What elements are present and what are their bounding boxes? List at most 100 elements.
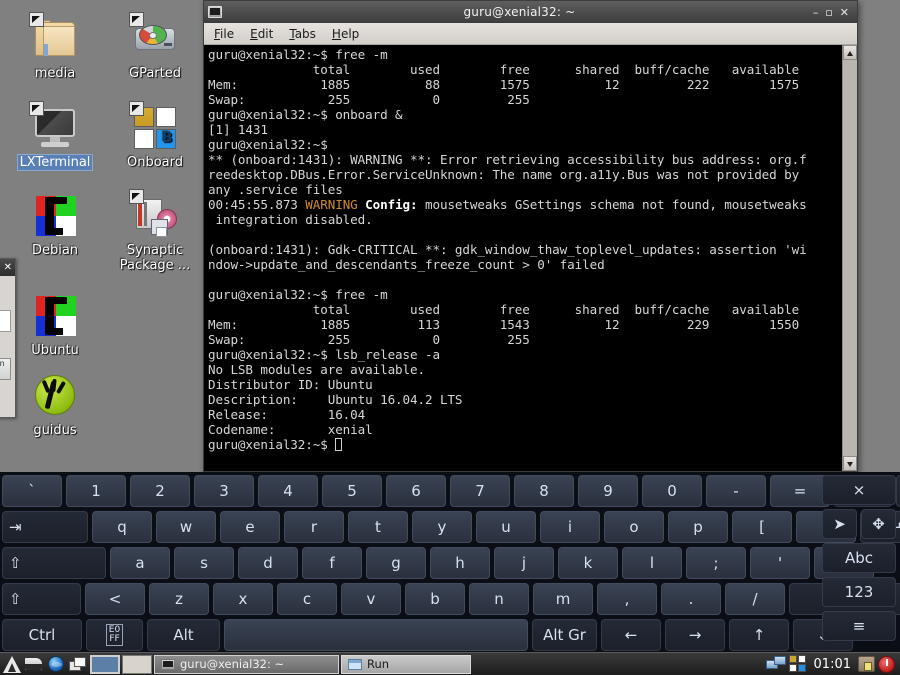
terminal-scrollbar[interactable] (842, 45, 857, 471)
key-f[interactable]: f (302, 547, 362, 579)
key-2[interactable]: 2 (130, 475, 190, 507)
key-m[interactable]: m (533, 583, 593, 615)
key-p[interactable]: p (668, 511, 728, 543)
taskbar-window-terminal[interactable]: guru@xenial32: ~ (154, 654, 339, 674)
menu-item-edit[interactable]: Edit (250, 27, 273, 41)
close-icon[interactable]: ✕ (840, 7, 849, 18)
key-9[interactable]: 9 (578, 475, 638, 507)
key-z[interactable]: z (149, 583, 209, 615)
web-browser-icon[interactable] (46, 654, 66, 674)
clock[interactable]: 01:01 (810, 657, 855, 672)
menu-item-file[interactable]: File (214, 27, 234, 41)
desktop-icon-guidus[interactable]: guidus (5, 371, 105, 438)
key-=[interactable]: = (770, 475, 830, 507)
move-icon[interactable]: ✥ (861, 509, 896, 539)
key-l[interactable]: l (622, 547, 682, 579)
delete-key[interactable]: ⌧ (896, 475, 900, 507)
onboard-tray-icon[interactable] (788, 655, 807, 673)
key-'[interactable]: ' (750, 547, 810, 579)
scroll-down-icon[interactable] (843, 456, 857, 471)
scrollbar-track[interactable] (843, 60, 857, 456)
taskbar[interactable]: guru@xenial32: ~ Run 01:01 (0, 652, 900, 675)
key-4[interactable]: 4 (258, 475, 318, 507)
terminal-titlebar[interactable]: guru@xenial32: ~ – ▫ ✕ (204, 1, 857, 23)
shift-left-key[interactable]: ⇧ (2, 583, 81, 615)
abc-layer-key[interactable]: Abc (822, 543, 896, 573)
key--[interactable]: - (706, 475, 766, 507)
lxde-menu-icon[interactable] (2, 654, 22, 674)
desktop-icon-gparted[interactable]: GParted (105, 12, 205, 81)
minimize-icon[interactable]: – (813, 7, 819, 18)
run-command-input[interactable] (0, 310, 11, 332)
file-manager-icon[interactable] (24, 654, 44, 674)
scroll-up-icon[interactable] (843, 45, 857, 60)
key-0[interactable]: 0 (642, 475, 702, 507)
alt-key[interactable]: Alt (147, 619, 220, 651)
key-w[interactable]: w (156, 511, 216, 543)
key-5[interactable]: 5 (322, 475, 382, 507)
desktop-icon-lxterminal[interactable]: LXTerminal (5, 101, 105, 170)
power-icon[interactable] (878, 655, 895, 673)
onscreen-keyboard[interactable]: `1234567890-=⌫⌧⇥qwertyuiop[]↵⇧asdfghjkl;… (0, 472, 900, 652)
network-icon[interactable] (765, 656, 786, 672)
menu-item-help[interactable]: Help (332, 27, 359, 41)
desktop-icon-debian[interactable]: Debian (5, 191, 105, 258)
key-o[interactable]: o (604, 511, 664, 543)
desktop-icon-media[interactable]: media (5, 12, 105, 81)
key-,[interactable]: , (597, 583, 657, 615)
keyboard-menu-icon[interactable]: ≡ (822, 611, 896, 641)
menu-code-key[interactable]: E0 FF (86, 619, 143, 651)
arrow-right-key[interactable]: → (665, 619, 725, 651)
workspace-1-button[interactable] (90, 654, 120, 674)
desktop-icon-ubuntu[interactable]: Ubuntu (5, 291, 105, 358)
key-e[interactable]: e (220, 511, 280, 543)
key-t[interactable]: t (348, 511, 408, 543)
key-s[interactable]: s (174, 547, 234, 579)
close-icon[interactable]: ✕ (4, 262, 12, 273)
menu-item-tabs[interactable]: Tabs (289, 27, 316, 41)
space-key[interactable] (224, 619, 528, 651)
key-v[interactable]: v (341, 583, 401, 615)
key-b[interactable]: b (405, 583, 465, 615)
key-`[interactable]: ` (2, 475, 62, 507)
key-g[interactable]: g (366, 547, 426, 579)
key-.[interactable]: . (661, 583, 721, 615)
show-desktop-icon[interactable] (68, 654, 88, 674)
terminal-window[interactable]: guru@xenial32: ~ – ▫ ✕ File Edit Tabs He… (203, 0, 858, 472)
maximize-icon[interactable]: ▫ (825, 7, 832, 18)
key-d[interactable]: d (238, 547, 298, 579)
lock-icon[interactable] (858, 656, 875, 672)
arrow-left-key[interactable]: ← (601, 619, 661, 651)
hide-keyboard-icon[interactable]: ⨯ (822, 475, 896, 505)
key-r[interactable]: r (284, 511, 344, 543)
run-dialog-window[interactable]: ✕ Run (0, 258, 16, 418)
key-y[interactable]: y (412, 511, 472, 543)
taskbar-window-run[interactable]: Run (341, 654, 471, 674)
altgr-key[interactable]: Alt Gr (532, 619, 597, 651)
key-q[interactable]: q (92, 511, 152, 543)
capslock-key[interactable]: ⇧ (2, 547, 106, 579)
desktop-icon-synaptic[interactable]: Synaptic Package ... (105, 189, 205, 273)
key-8[interactable]: 8 (514, 475, 574, 507)
key-x[interactable]: x (213, 583, 273, 615)
workspace-2-button[interactable] (122, 654, 152, 674)
key-3[interactable]: 3 (194, 475, 254, 507)
keyboard-main-block[interactable]: `1234567890-=⌫⌧⇥qwertyuiop[]↵⇧asdfghjkl;… (2, 475, 900, 655)
key-/[interactable]: / (725, 583, 785, 615)
key-[[interactable]: [ (732, 511, 792, 543)
pointer-icon[interactable]: ➤ (822, 509, 857, 539)
key-<[interactable]: < (85, 583, 145, 615)
key-7[interactable]: 7 (450, 475, 510, 507)
arrow-up-key[interactable]: ↑ (729, 619, 789, 651)
key-j[interactable]: j (494, 547, 554, 579)
keyboard-side-block[interactable]: ⨯ ➤ ✥ Abc 123 ≡ (822, 475, 896, 645)
key-c[interactable]: c (277, 583, 337, 615)
ctrl-key[interactable]: Ctrl (2, 619, 82, 651)
terminal-menubar[interactable]: File Edit Tabs Help (204, 23, 857, 45)
key-1[interactable]: 1 (66, 475, 126, 507)
key-k[interactable]: k (558, 547, 618, 579)
run-button[interactable]: Run (0, 358, 11, 380)
key-u[interactable]: u (476, 511, 536, 543)
key-h[interactable]: h (430, 547, 490, 579)
key-;[interactable]: ; (686, 547, 746, 579)
